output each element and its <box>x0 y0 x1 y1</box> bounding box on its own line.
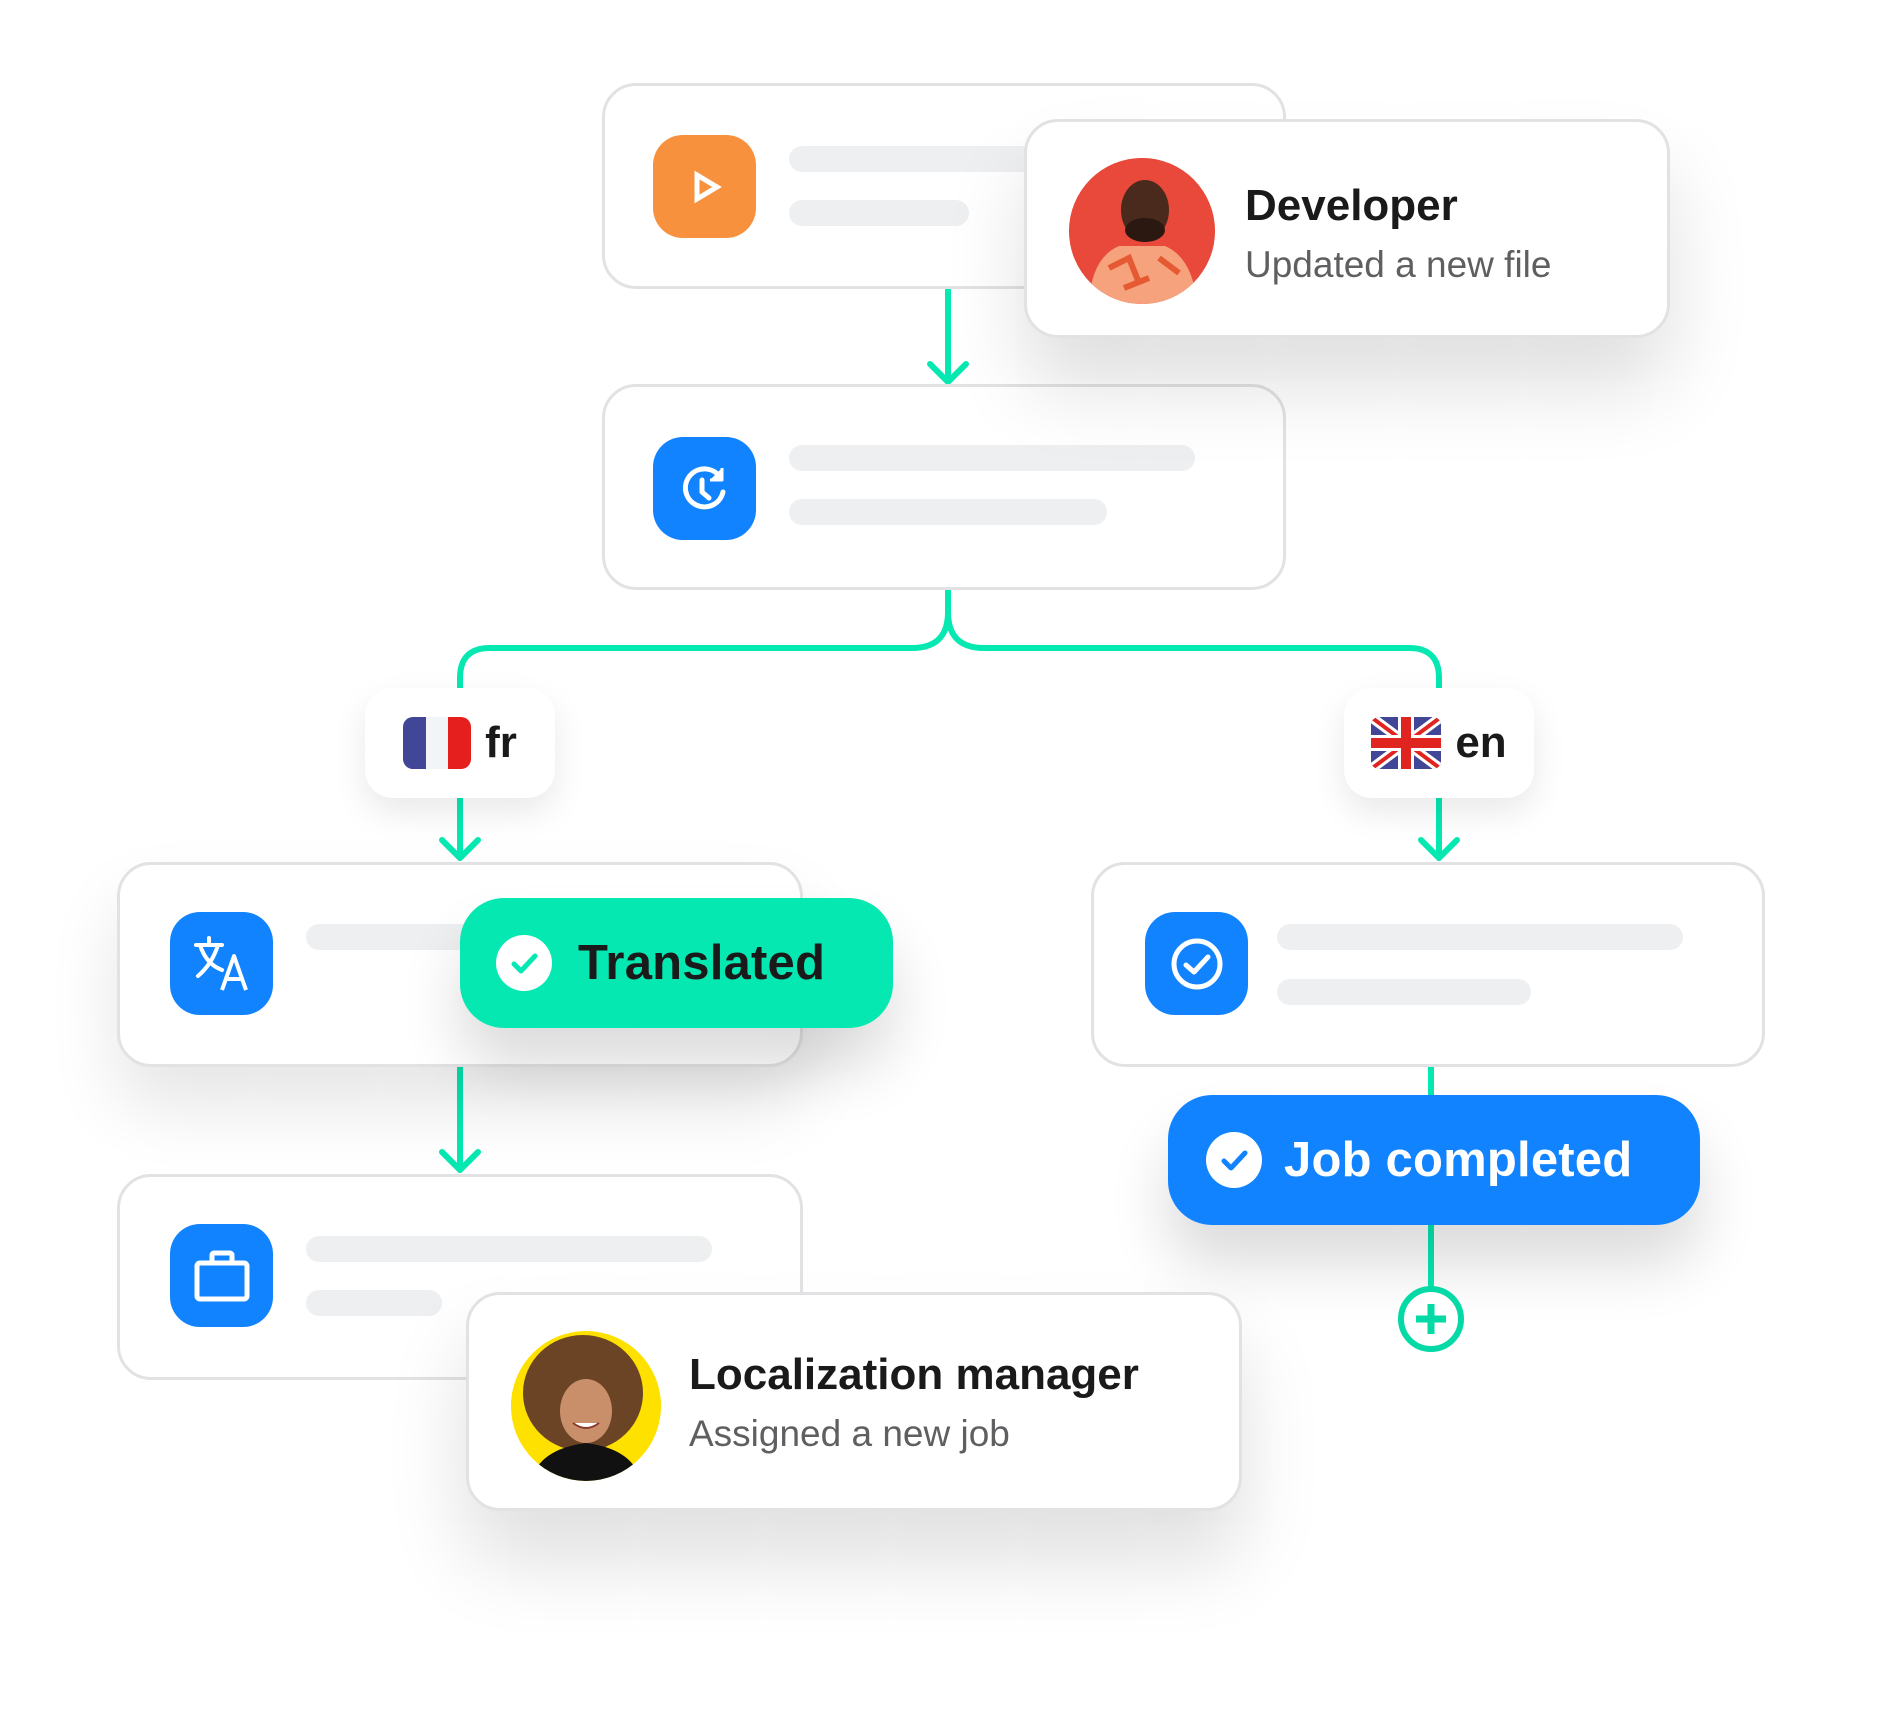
language-chip-fr[interactable]: fr <box>365 688 555 798</box>
person-photo-icon <box>1069 158 1215 304</box>
connector-branch <box>457 587 951 693</box>
translate-icon <box>193 935 248 991</box>
placeholder-line <box>789 200 969 226</box>
status-label: Job completed <box>1284 1132 1633 1187</box>
language-code: en <box>1455 718 1507 767</box>
avatar-localization-manager <box>511 1331 661 1481</box>
placeholder-line <box>306 1236 712 1262</box>
workflow-node-review[interactable] <box>1091 862 1765 1067</box>
notification-developer[interactable]: Developer Updated a new file <box>1024 119 1670 338</box>
placeholder-line <box>306 1290 442 1316</box>
language-code: fr <box>485 718 517 767</box>
job-icon-tile <box>170 1224 273 1327</box>
france-flag-icon <box>403 717 472 769</box>
placeholder-line <box>1277 979 1531 1005</box>
status-label: Translated <box>578 935 826 990</box>
add-step-button[interactable] <box>1397 1285 1465 1353</box>
notification-title: Localization manager <box>689 1350 1139 1399</box>
language-chip-en[interactable]: en <box>1344 688 1534 798</box>
start-icon-tile <box>653 135 756 238</box>
check-circle-icon <box>496 935 552 991</box>
connector-branch-right <box>945 609 1442 693</box>
play-icon <box>694 170 722 203</box>
notification-title: Developer <box>1245 181 1458 230</box>
notification-localization-manager[interactable]: Localization manager Assigned a new job <box>466 1292 1242 1511</box>
person-photo-icon <box>511 1331 661 1481</box>
uk-flag-icon <box>1371 717 1442 769</box>
check-circle-icon <box>1171 938 1222 989</box>
schedule-icon-tile <box>653 437 756 540</box>
translate-icon-tile <box>170 912 273 1015</box>
placeholder-line <box>789 499 1107 525</box>
notification-subtitle: Updated a new file <box>1245 244 1552 285</box>
avatar-developer <box>1069 158 1215 304</box>
check-circle-icon <box>1206 1132 1262 1188</box>
notification-subtitle: Assigned a new job <box>689 1413 1010 1454</box>
review-icon-tile <box>1145 912 1248 1015</box>
clock-refresh-icon <box>682 465 725 509</box>
briefcase-icon <box>194 1250 249 1301</box>
status-pill-job-completed: Job completed <box>1168 1095 1700 1225</box>
placeholder-line <box>789 445 1195 471</box>
status-pill-translated: Translated <box>460 898 893 1028</box>
placeholder-line <box>1277 924 1683 950</box>
workflow-node-schedule[interactable] <box>602 384 1286 590</box>
